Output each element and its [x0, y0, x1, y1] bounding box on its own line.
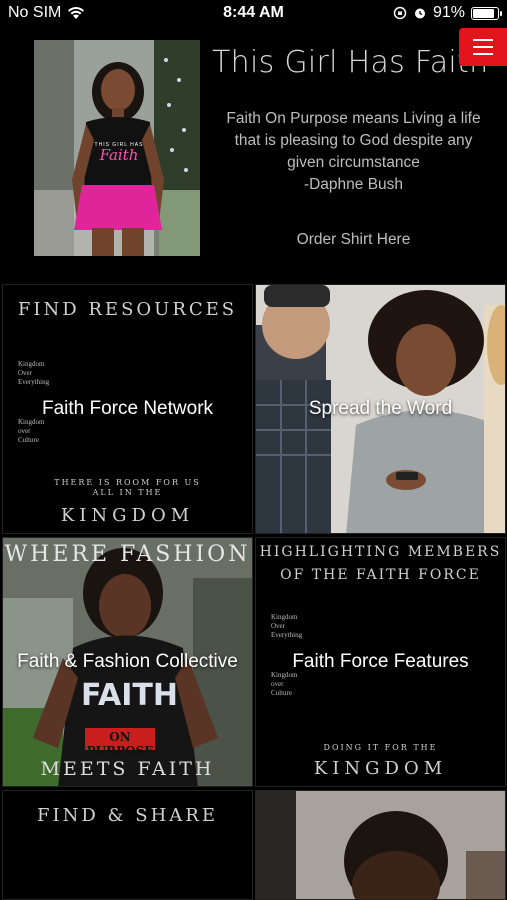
tile-label: Spread the Word	[308, 398, 453, 419]
tile-label: Faith & Fashion Collective	[17, 651, 238, 672]
small-word: Culture	[271, 689, 292, 697]
hero-photo: THIS GIRL HAS Faith	[34, 40, 200, 256]
tile-footer-small: ALL IN THE	[92, 488, 163, 497]
tile-footer-big: KINGDOM	[313, 758, 448, 779]
small-word: Culture	[18, 436, 39, 444]
tile-photo	[256, 791, 505, 899]
tile-small-text: Kingdom Over Everything	[271, 613, 302, 640]
tile-header: FIND & SHARE	[37, 805, 218, 826]
hamburger-icon-bar	[473, 53, 493, 55]
status-right: 91%	[393, 4, 502, 22]
tile-faith-force-network[interactable]: FIND RESOURCES Kingdom Over Everything K…	[2, 284, 253, 534]
alarm-icon	[414, 8, 425, 19]
tile-small-text: Kingdom over Culture	[18, 418, 44, 445]
tile-footer-small: THERE IS ROOM FOR US	[54, 478, 201, 487]
battery-percent: 91%	[432, 4, 465, 21]
hero-title: This Girl Has Faith	[212, 45, 489, 80]
quote-line: given circumstance	[287, 154, 420, 171]
tile-label: Faith Force Network	[41, 398, 214, 419]
shirt-print: THIS GIRL HAS Faith	[94, 142, 144, 164]
tile-header: WHERE FASHION	[4, 542, 251, 567]
shirt-text: FAITH	[81, 678, 179, 713]
tile-header: OF THE FAITH FORCE	[280, 567, 481, 583]
tile-find-share[interactable]: FIND & SHARE	[2, 790, 253, 900]
order-shirt-link[interactable]: Order Shirt Here	[212, 231, 495, 249]
status-bar: No SIM 8:44 AM 91%	[0, 0, 507, 28]
menu-button[interactable]	[459, 28, 507, 66]
shirt-text-2: ON PURPOSE	[86, 730, 154, 758]
small-word: over	[271, 680, 284, 688]
tile-label: Faith Force Features	[292, 651, 469, 672]
tile-header: FIND RESOURCES	[17, 299, 238, 320]
tile-grid: FIND RESOURCES Kingdom Over Everything K…	[0, 284, 507, 900]
tile-footer-big: MEETS FAITH	[40, 758, 215, 780]
orientation-lock-icon	[393, 6, 407, 20]
hero-quote: Faith On Purpose means Living a life tha…	[212, 108, 495, 196]
tile-photo-partial[interactable]	[255, 790, 506, 900]
small-word: Kingdom	[18, 360, 45, 368]
small-word: over	[18, 427, 31, 435]
shirt-text-big: Faith	[99, 146, 139, 164]
tile-small-text: Kingdom Over Everything	[18, 360, 49, 387]
quote-author: -Daphne Bush	[303, 176, 404, 193]
tile-faith-fashion-collective[interactable]: WHERE FASHION FAITH ON PURPOSE Faith & F…	[2, 537, 253, 787]
hamburger-icon-bar	[473, 46, 493, 48]
hero-section: THIS GIRL HAS Faith This Girl Has Faith …	[0, 28, 507, 282]
small-word: Everything	[18, 378, 50, 386]
tile-faith-force-features[interactable]: HIGHLIGHTING MEMBERS OF THE FAITH FORCE …	[255, 537, 506, 787]
small-word: Kingdom	[271, 613, 298, 621]
quote-line: that is pleasing to God despite any	[234, 132, 473, 149]
small-word: Over	[18, 369, 32, 377]
quote-line: Faith On Purpose means Living a life	[226, 110, 481, 127]
tile-footer-big: KINGDOM	[60, 505, 195, 526]
tile-small-text: Kingdom over Culture	[271, 671, 297, 698]
small-word: Everything	[271, 631, 303, 639]
hamburger-icon-bar	[473, 39, 493, 41]
tile-footer-small: DOING IT FOR THE	[323, 743, 438, 752]
tile-header: HIGHLIGHTING MEMBERS	[259, 544, 502, 560]
battery-icon	[471, 6, 502, 20]
small-word: Over	[271, 622, 285, 630]
tile-spread-the-word[interactable]: Spread the Word	[255, 284, 506, 534]
